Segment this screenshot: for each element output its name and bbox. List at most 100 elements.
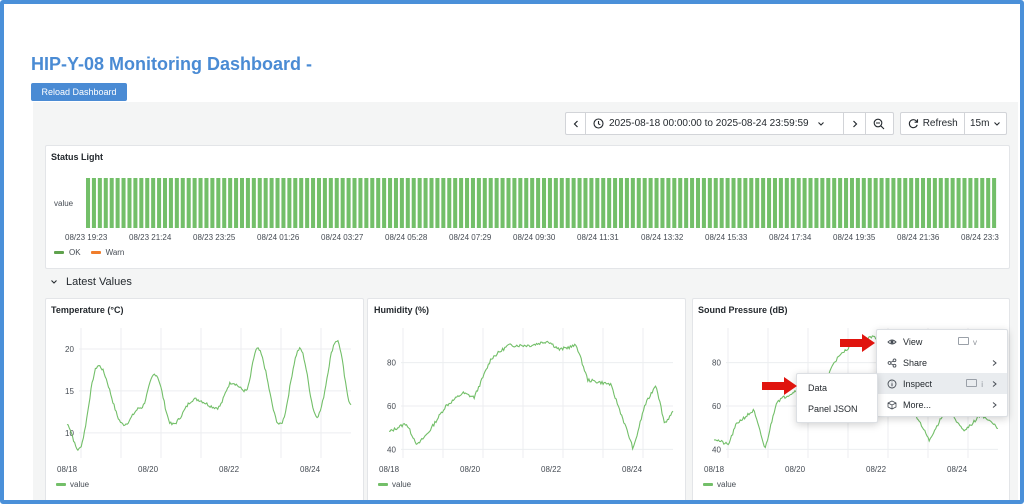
status-bar xyxy=(239,178,244,228)
status-bar xyxy=(559,178,564,228)
chevron-down-icon xyxy=(817,121,824,126)
status-bar xyxy=(251,178,256,228)
status-bar xyxy=(950,178,955,228)
status-bar xyxy=(986,178,991,228)
status-bar xyxy=(790,178,795,228)
status-bar xyxy=(642,178,647,228)
share-icon xyxy=(887,357,897,368)
legend-item-warn[interactable]: Warn xyxy=(90,248,124,257)
status-bar xyxy=(719,178,724,228)
status-bar xyxy=(429,178,434,228)
row-latest-values[interactable]: Latest Values xyxy=(50,276,132,288)
status-bar xyxy=(832,178,837,228)
status-bar xyxy=(583,178,588,228)
menu-item-inspect[interactable]: Inspect i xyxy=(877,373,1007,394)
status-bar xyxy=(849,178,854,228)
menu-item-view[interactable]: View v xyxy=(877,331,1007,352)
status-tick-label: 08/24 15:33 xyxy=(705,233,748,242)
status-bar xyxy=(494,178,499,228)
x-tick-label: 08/24 xyxy=(300,465,321,474)
status-bar xyxy=(761,178,766,228)
status-bar xyxy=(666,178,671,228)
status-row-label: value xyxy=(54,199,74,208)
legend-label[interactable]: value xyxy=(392,480,412,489)
status-bar xyxy=(216,178,221,228)
status-bar xyxy=(571,178,576,228)
status-bar xyxy=(648,178,653,228)
annotation-arrow-view xyxy=(840,334,875,352)
status-bar xyxy=(974,178,979,228)
status-bar xyxy=(500,178,505,228)
status-bar xyxy=(346,178,351,228)
status-bar xyxy=(447,178,452,228)
status-bar xyxy=(607,178,612,228)
status-bar xyxy=(86,178,91,228)
legend-item-ok[interactable]: OK xyxy=(54,248,81,257)
status-bar xyxy=(695,178,700,228)
y-tick-label: 20 xyxy=(65,345,74,354)
legend-label[interactable]: value xyxy=(70,480,90,489)
status-bar xyxy=(328,178,333,228)
submenu-item-panel-json[interactable]: Panel JSON xyxy=(797,398,877,419)
status-bar xyxy=(802,178,807,228)
status-bar xyxy=(737,178,742,228)
series-line xyxy=(66,339,352,452)
status-tick-label: 08/24 17:34 xyxy=(769,233,812,242)
status-bar xyxy=(589,178,594,228)
status-bar xyxy=(103,178,108,228)
refresh-label: Refresh xyxy=(922,118,958,129)
screenshot-frame: HIP-Y-08 Monitoring Dashboard - Reload D… xyxy=(0,0,1024,504)
status-bar xyxy=(838,178,843,228)
keyboard-icon xyxy=(966,378,978,387)
status-bar xyxy=(228,178,233,228)
status-tick-label: 08/24 19:35 xyxy=(833,233,876,242)
time-forward-button[interactable] xyxy=(844,113,866,134)
refresh-button[interactable]: Refresh xyxy=(901,113,966,134)
status-bar xyxy=(382,178,387,228)
status-bar xyxy=(962,178,967,228)
status-bar xyxy=(192,178,197,228)
row-title: Latest Values xyxy=(66,276,132,288)
reload-dashboard-button[interactable]: Reload Dashboard xyxy=(31,83,127,101)
status-bar xyxy=(654,178,659,228)
x-tick-label: 08/20 xyxy=(460,465,481,474)
x-tick-label: 08/22 xyxy=(219,465,240,474)
time-range-picker[interactable]: 2025-08-18 00:00:00 to 2025-08-24 23:59:… xyxy=(586,113,844,134)
x-tick-label: 08/22 xyxy=(541,465,562,474)
refresh-interval-value: 15m xyxy=(969,118,990,129)
menu-item-more[interactable]: More... xyxy=(877,394,1007,415)
status-bar xyxy=(269,178,274,228)
refresh-interval-select[interactable]: 15m xyxy=(965,113,1006,134)
status-bar xyxy=(186,178,191,228)
eye-icon xyxy=(887,339,897,344)
status-tick-label: 08/24 13:32 xyxy=(641,233,684,242)
legend-swatch xyxy=(378,483,388,486)
status-bar xyxy=(796,178,801,228)
status-bar xyxy=(139,178,144,228)
submenu-item-data[interactable]: Data xyxy=(797,377,877,398)
view-shortcut: v xyxy=(958,336,977,347)
status-bar xyxy=(885,178,890,228)
chevron-right-icon xyxy=(992,359,997,366)
menu-item-share[interactable]: Share xyxy=(877,352,1007,373)
refresh-group: Refresh 15m xyxy=(900,112,1007,135)
status-bar xyxy=(316,178,321,228)
status-bar xyxy=(542,178,547,228)
time-back-button[interactable] xyxy=(566,113,586,134)
chevron-right-icon xyxy=(852,120,857,127)
status-bar xyxy=(968,178,973,228)
status-bar xyxy=(731,178,736,228)
status-bar xyxy=(311,178,316,228)
status-bar xyxy=(168,178,173,228)
status-bar xyxy=(820,178,825,228)
inspect-submenu: Data Panel JSON xyxy=(796,373,878,423)
x-tick-label: 08/22 xyxy=(866,465,887,474)
legend-label[interactable]: value xyxy=(717,480,737,489)
zoom-out-button[interactable] xyxy=(866,113,891,134)
status-bar xyxy=(204,178,209,228)
status-bar xyxy=(417,178,422,228)
status-bar xyxy=(938,178,943,228)
x-tick-label: 08/24 xyxy=(947,465,968,474)
y-tick-label: 60 xyxy=(712,402,721,411)
status-bar xyxy=(618,178,624,228)
